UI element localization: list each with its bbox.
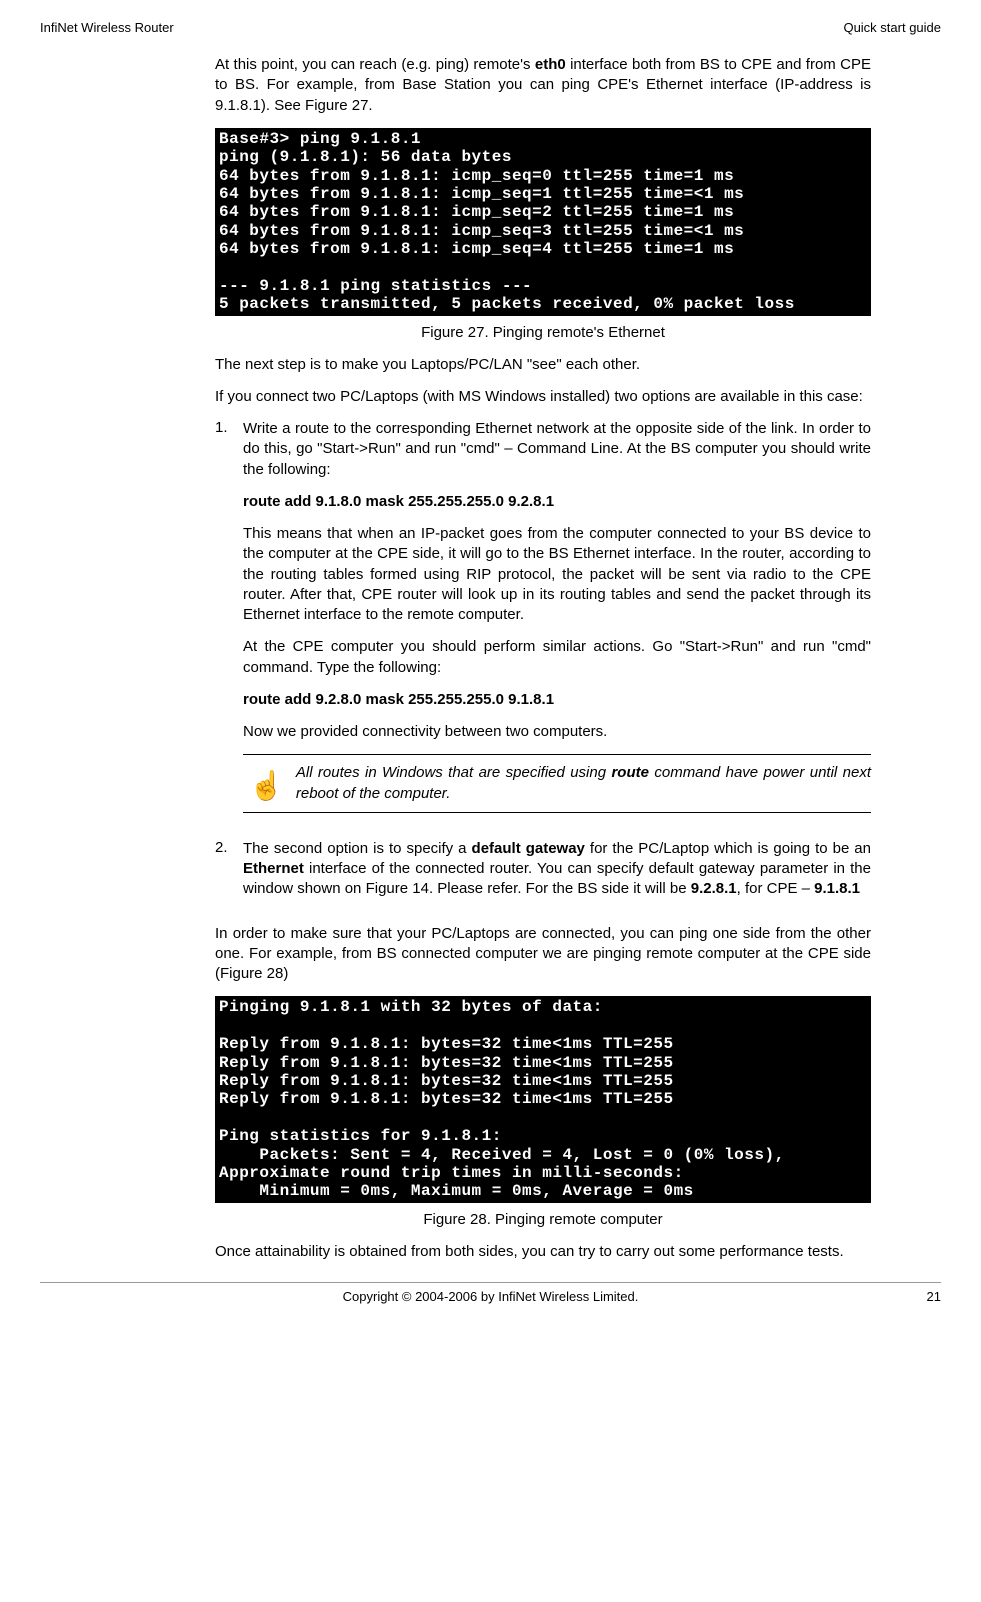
- paragraph-conclusion: Once attainability is obtained from both…: [215, 1242, 871, 1262]
- list-item-1: 1. Write a route to the corresponding Et…: [215, 419, 871, 827]
- note-box: ☝ All routes in Windows that are specifi…: [243, 754, 871, 813]
- terminal-output-1: Base#3> ping 9.1.8.1 ping (9.1.8.1): 56 …: [215, 128, 871, 316]
- page-footer: Copyright © 2004-2006 by InfiNet Wireles…: [40, 1282, 941, 1304]
- header-right: Quick start guide: [843, 20, 941, 35]
- paragraph-next-step: The next step is to make you Laptops/PC/…: [215, 355, 871, 375]
- li1-cpe-instruction: At the CPE computer you should perform s…: [243, 637, 871, 678]
- header-left: InfiNet Wireless Router: [40, 20, 174, 35]
- figure-27-caption: Figure 27. Pinging remote's Ethernet: [215, 324, 871, 341]
- page-content: At this point, you can reach (e.g. ping)…: [215, 55, 871, 1262]
- route-command-1: route add 9.1.8.0 mask 255.255.255.0 9.2…: [243, 492, 871, 512]
- page-header: InfiNet Wireless Router Quick start guid…: [40, 20, 941, 35]
- terminal-output-2: Pinging 9.1.8.1 with 32 bytes of data: R…: [215, 996, 871, 1202]
- intro-paragraph: At this point, you can reach (e.g. ping)…: [215, 55, 871, 116]
- list-number-2: 2.: [215, 839, 243, 912]
- li1-explanation: This means that when an IP-packet goes f…: [243, 524, 871, 625]
- note-text: All routes in Windows that are specified…: [296, 763, 871, 804]
- li1-conclusion: Now we provided connectivity between two…: [243, 722, 871, 742]
- route-command-2: route add 9.2.8.0 mask 255.255.255.0 9.1…: [243, 690, 871, 710]
- li1-instruction: Write a route to the corresponding Ether…: [243, 419, 871, 480]
- paragraph-ping-verify: In order to make sure that your PC/Lapto…: [215, 924, 871, 985]
- list-content-2: The second option is to specify a defaul…: [243, 839, 871, 912]
- list-number-1: 1.: [215, 419, 243, 827]
- list-item-2: 2. The second option is to specify a def…: [215, 839, 871, 912]
- list-content-1: Write a route to the corresponding Ether…: [243, 419, 871, 827]
- li2-text: The second option is to specify a defaul…: [243, 839, 871, 900]
- figure-28-caption: Figure 28. Pinging remote computer: [215, 1211, 871, 1228]
- paragraph-options: If you connect two PC/Laptops (with MS W…: [215, 387, 871, 407]
- footer-copyright: Copyright © 2004-2006 by InfiNet Wireles…: [343, 1289, 639, 1304]
- pointing-hand-icon: ☝: [243, 763, 284, 802]
- page-number: 21: [927, 1289, 941, 1304]
